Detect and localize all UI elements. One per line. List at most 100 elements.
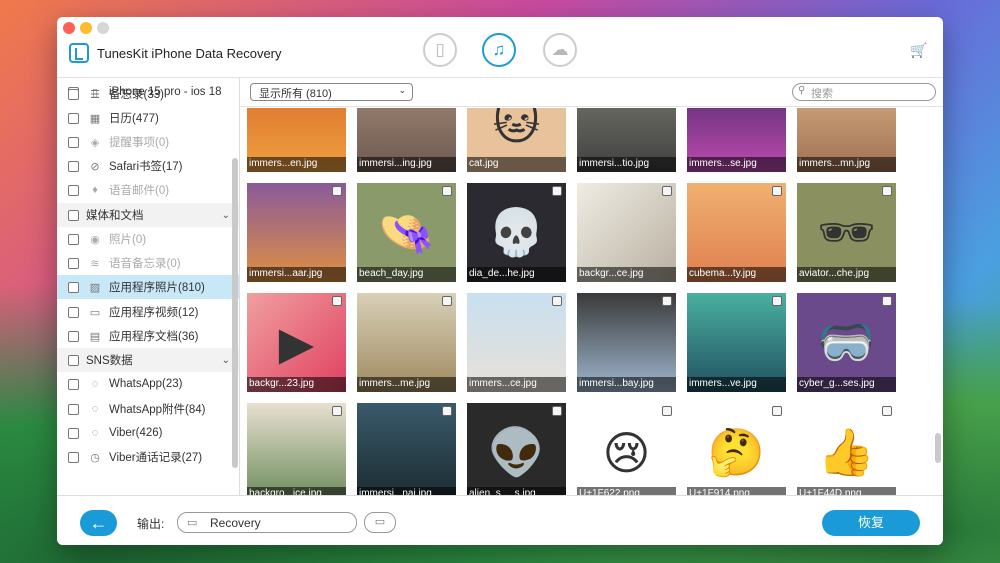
sidebar-item[interactable]: ◌ WhatsApp(23) (57, 372, 239, 396)
photo-filename: backgro...ice.jpg (247, 487, 346, 495)
checkbox[interactable] (68, 184, 79, 196)
sidebar-item[interactable]: ▤ 应用程序文档(36) (57, 324, 239, 348)
checkbox[interactable] (68, 209, 79, 221)
photo-tile[interactable]: immers...en.jpg (247, 108, 346, 172)
photo-filename: backgr...23.jpg (247, 377, 346, 392)
content-toolbar: 显示所有 (810) ⌄ ⚲ 搜索 (240, 77, 943, 107)
checkbox[interactable] (68, 427, 79, 439)
minimize-window-button[interactable] (80, 22, 92, 34)
photo-tile[interactable]: 👍 U+1F44D.png (797, 403, 896, 495)
photo-tile[interactable]: immersi...ing.jpg (357, 108, 456, 172)
photo-checkbox[interactable] (772, 186, 782, 196)
sidebar-item[interactable]: ♦ 语音邮件(0) (57, 178, 239, 202)
photo-checkbox[interactable] (882, 406, 892, 416)
photo-checkbox[interactable] (882, 296, 892, 306)
photo-checkbox[interactable] (772, 406, 782, 416)
sidebar-item[interactable]: ▦ 日历(477) (57, 106, 239, 130)
chevron-down-icon[interactable]: ⌄ (222, 355, 230, 366)
photo-tile[interactable]: 👽 alien_s..._s.jpg (467, 403, 566, 495)
close-window-button[interactable] (63, 22, 75, 34)
checkbox[interactable] (68, 378, 79, 390)
checkbox[interactable] (68, 233, 79, 245)
photo-checkbox[interactable] (332, 186, 342, 196)
photo-checkbox[interactable] (552, 296, 562, 306)
sidebar-category[interactable]: SNS数据 ⌄ (57, 348, 239, 372)
photo-tile[interactable]: immers...mn.jpg (797, 108, 896, 172)
photo-tile[interactable]: backgro...ice.jpg (247, 403, 346, 495)
photo-tile[interactable]: immersi...nai.jpg (357, 403, 456, 495)
sidebar-item[interactable]: ⊘ Safari书签(17) (57, 154, 239, 178)
maximize-window-button[interactable] (97, 22, 109, 34)
checkbox[interactable] (68, 281, 79, 293)
chevron-down-icon[interactable]: ⌄ (222, 210, 230, 221)
photo-tile[interactable]: ▶ backgr...23.jpg (247, 293, 346, 392)
sidebar-item[interactable]: ▨ 应用程序照片(810) (57, 275, 239, 299)
search-icon: ⚲ (798, 85, 806, 96)
photo-checkbox[interactable] (882, 186, 892, 196)
photo-checkbox[interactable] (662, 296, 672, 306)
grid-scrollbar[interactable] (935, 433, 941, 463)
photo-tile[interactable]: 🤔 U+1F914.png (687, 403, 786, 495)
checkbox[interactable] (68, 88, 79, 100)
filter-dropdown[interactable]: 显示所有 (810) ⌄ (250, 83, 413, 101)
sidebar-item[interactable]: ☰ 备忘录(33) (57, 82, 239, 106)
photo-checkbox[interactable] (332, 296, 342, 306)
photo-tile[interactable]: immersi...aar.jpg (247, 183, 346, 282)
photo-tile[interactable]: 🕶 aviator...che.jpg (797, 183, 896, 282)
output-path-value: Recovery (210, 516, 261, 530)
photo-checkbox[interactable] (332, 406, 342, 416)
checkbox[interactable] (68, 403, 79, 415)
recover-button[interactable]: 恢复 (822, 510, 920, 536)
photo-thumbnail: 👽 (487, 426, 546, 478)
sidebar-item[interactable]: ◈ 提醒事项(0) (57, 130, 239, 154)
browse-folder-button[interactable]: ▭ (364, 512, 396, 533)
photo-tile[interactable]: immers...ce.jpg (467, 293, 566, 392)
photo-tile[interactable]: backgr...ce.jpg (577, 183, 676, 282)
photo-tile[interactable]: cubema...ty.jpg (687, 183, 786, 282)
photo-checkbox[interactable] (552, 186, 562, 196)
sidebar-item[interactable]: ◌ WhatsApp附件(84) (57, 397, 239, 421)
photo-tile[interactable]: 💀 dia_de...he.jpg (467, 183, 566, 282)
ios-device-mode-icon[interactable]: ▯ (423, 33, 457, 67)
checkbox[interactable] (68, 136, 79, 148)
photo-tile[interactable]: 😢 U+1F622.png (577, 403, 676, 495)
photo-checkbox[interactable] (662, 186, 672, 196)
sidebar-item[interactable]: ◌ Viber(426) (57, 421, 239, 445)
photo-tile[interactable]: immersi...tio.jpg (577, 108, 676, 172)
photo-checkbox[interactable] (442, 296, 452, 306)
photo-tile[interactable]: immers...me.jpg (357, 293, 456, 392)
photo-tile[interactable]: immersi...bay.jpg (577, 293, 676, 392)
photo-checkbox[interactable] (662, 406, 672, 416)
photo-checkbox[interactable] (442, 406, 452, 416)
icloud-mode-icon[interactable]: ☁ (543, 33, 577, 67)
photo-checkbox[interactable] (442, 186, 452, 196)
output-path-field[interactable]: ▭ Recovery (177, 512, 357, 533)
search-input[interactable]: ⚲ 搜索 (792, 83, 936, 101)
photo-checkbox[interactable] (772, 296, 782, 306)
sidebar-item[interactable]: ▭ 应用程序视频(12) (57, 300, 239, 324)
photo-tile[interactable]: 👒 beach_day.jpg (357, 183, 456, 282)
checkbox[interactable] (68, 330, 79, 342)
checkbox[interactable] (68, 306, 79, 318)
photo-tile[interactable]: immers...se.jpg (687, 108, 786, 172)
sidebar-item-label: 应用程序视频(12) (109, 307, 199, 319)
checkbox[interactable] (68, 257, 79, 269)
sidebar-item[interactable]: ◷ Viber通话记录(27) (57, 445, 239, 469)
sidebar-category[interactable]: 媒体和文档 ⌄ (57, 203, 239, 227)
sidebar-item[interactable]: ≋ 语音备忘录(0) (57, 251, 239, 275)
photo-filename: immersi...nai.jpg (357, 487, 456, 495)
photo-tile[interactable]: 🥽 cyber_g...ses.jpg (797, 293, 896, 392)
itunes-mode-icon[interactable]: ♫ (482, 33, 516, 67)
sidebar-item[interactable]: ◉ 照片(0) (57, 227, 239, 251)
photo-tile[interactable]: immers...ve.jpg (687, 293, 786, 392)
photo-checkbox[interactable] (552, 406, 562, 416)
sidebar-item-label: 应用程序文档(36) (109, 331, 199, 343)
checkbox[interactable] (68, 112, 79, 124)
cart-icon[interactable]: 🛒 (910, 42, 927, 59)
photo-tile[interactable]: 🐱 cat.jpg (467, 108, 566, 172)
back-button[interactable]: ← (80, 510, 117, 536)
checkbox[interactable] (68, 354, 79, 366)
checkbox[interactable] (68, 451, 79, 463)
checkbox[interactable] (68, 160, 79, 172)
sidebar-scrollbar[interactable] (232, 158, 238, 468)
